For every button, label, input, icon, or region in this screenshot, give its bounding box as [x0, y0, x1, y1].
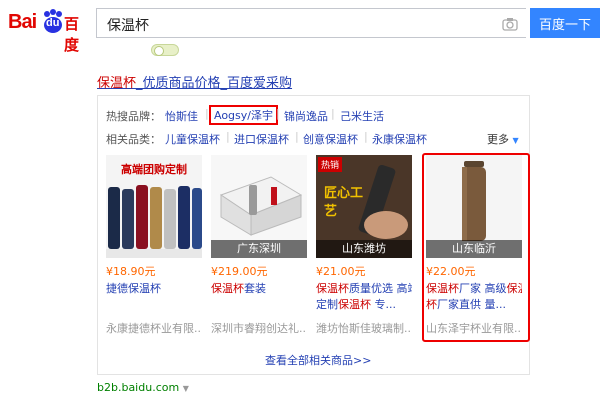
search-button[interactable]: 百度一下 — [530, 8, 600, 38]
image-location-caption: 山东潍坊 — [316, 240, 412, 258]
product-title-rest: 质量优选 高端 — [349, 282, 412, 295]
title-highlight: 保温杯 — [426, 282, 459, 295]
product-title-rest: 厂家 高级 — [459, 282, 507, 295]
product-title-rest: 定制 — [316, 298, 338, 311]
bottles-illustration — [106, 185, 202, 258]
product-title-rest: 厂家直供 量... — [437, 298, 506, 311]
related-label: 相关品类： — [106, 133, 161, 146]
product-title-link-line2[interactable]: 定制保温杯 专... — [316, 296, 412, 312]
brand-link[interactable]: 怡斯佳 — [165, 108, 198, 124]
brand-link[interactable]: 己米生活 — [340, 108, 384, 124]
product-seller[interactable]: 潍坊怡斯佳玻璃制... — [316, 320, 412, 336]
title-highlight: 杯 — [426, 298, 437, 311]
product-title-rest: 专... — [371, 298, 396, 311]
related-link[interactable]: 永康保温杯 — [372, 131, 427, 147]
more-button[interactable]: 更多 ▼ — [487, 131, 519, 147]
search-query: 保温杯 — [107, 18, 149, 34]
product-title-link[interactable]: 保温杯套装 — [211, 280, 307, 296]
product-seller[interactable]: 永康捷德杯业有限... — [106, 320, 202, 336]
product-image-text: 匠心工艺 — [324, 186, 364, 219]
product-price: ¥21.00元 — [316, 265, 366, 278]
product-title-rest: 套装 — [244, 282, 266, 295]
product-title-link-line2[interactable]: 杯厂家直供 量... — [426, 296, 522, 312]
title-highlight: 保温杯 — [97, 76, 137, 91]
related-link[interactable]: 进口保温杯 — [234, 131, 289, 147]
toggle-knob — [154, 46, 164, 56]
brand-link[interactable]: 锦尚逸品 — [284, 108, 328, 124]
product-image[interactable]: 山东临沂 — [426, 155, 522, 258]
chevron-down-icon: ▼ — [512, 136, 519, 145]
product-card[interactable]: 广东深圳 ¥219.00元 保温杯套装 深圳市睿翔创达礼... — [211, 155, 307, 344]
divider: | — [295, 130, 299, 143]
image-location-caption: 山东临沂 — [426, 240, 522, 258]
title-highlight: 保温杯 — [338, 298, 371, 311]
product-card[interactable]: 热销 匠心工艺 山东潍坊 ¥21.00元 保温杯质量优选 高端 定制保温杯 专.… — [316, 155, 412, 344]
product-title: 捷德保温杯 — [106, 282, 161, 295]
product-image-text: 高端团购定制 — [121, 163, 187, 176]
domain-text: b2b.baidu.com — [97, 381, 180, 394]
divider: | — [276, 107, 280, 120]
title-highlight: 保温杯 — [211, 282, 244, 295]
chevron-down-icon: ▼ — [182, 384, 189, 393]
toggle-switch[interactable] — [151, 44, 179, 56]
title-highlight: 保温 — [506, 282, 523, 295]
hot-brands-label: 热搜品牌： — [106, 110, 161, 123]
product-image[interactable]: 广东深圳 — [211, 155, 307, 258]
related-link[interactable]: 创意保温杯 — [303, 131, 358, 147]
logo-paw-text: du — [46, 17, 60, 29]
result-domain[interactable]: b2b.baidu.com ▼ — [97, 381, 189, 394]
hot-badge: 热销 — [318, 157, 343, 172]
product-price: ¥219.00元 — [211, 265, 268, 278]
divider: | — [364, 130, 368, 143]
result-title-link[interactable]: 保温杯_优质商品价格_百度爱采购 — [97, 72, 292, 91]
product-price: ¥18.90元 — [106, 265, 156, 278]
product-price: ¥22.00元 — [426, 265, 476, 278]
product-title-link[interactable]: 保温杯质量优选 高端 — [316, 280, 412, 296]
logo-latin: Bai — [8, 11, 37, 33]
divider: | — [226, 130, 230, 143]
see-all-link[interactable]: 查看全部相关商品>> — [265, 352, 371, 368]
product-title-link[interactable]: 保温杯厂家 高级保温 — [426, 280, 522, 296]
product-image[interactable]: 高端团购定制 — [106, 155, 202, 258]
product-title-link[interactable]: 捷德保温杯 — [106, 280, 202, 296]
search-input[interactable]: 保温杯 — [96, 8, 526, 38]
product-card[interactable]: 高端团购定制 ¥18.90元 捷德保温杯 永康捷德杯业有限... — [106, 155, 202, 344]
product-card[interactable]: 山东临沂 ¥22.00元 保温杯厂家 高级保温 杯厂家直供 量... 山东泽宇杯… — [426, 155, 522, 344]
camera-icon[interactable] — [502, 16, 518, 32]
divider: | — [331, 107, 335, 120]
title-rest: _优质商品价格_百度爱采购 — [136, 76, 293, 91]
related-link[interactable]: 儿童保温杯 — [165, 131, 220, 147]
more-label: 更多 — [487, 133, 509, 146]
product-seller[interactable]: 深圳市睿翔创达礼... — [211, 320, 307, 336]
title-highlight: 保温杯 — [316, 282, 349, 295]
product-image[interactable]: 热销 匠心工艺 山东潍坊 — [316, 155, 412, 258]
image-location-caption: 广东深圳 — [211, 240, 307, 258]
product-seller[interactable]: 山东泽宇杯业有限... — [426, 320, 522, 336]
brand-link-highlighted[interactable]: Aogsy/泽宇 — [209, 105, 278, 125]
logo-chinese: 百度 — [64, 15, 79, 54]
baidu-logo[interactable]: Bai du 百度 — [8, 8, 88, 54]
